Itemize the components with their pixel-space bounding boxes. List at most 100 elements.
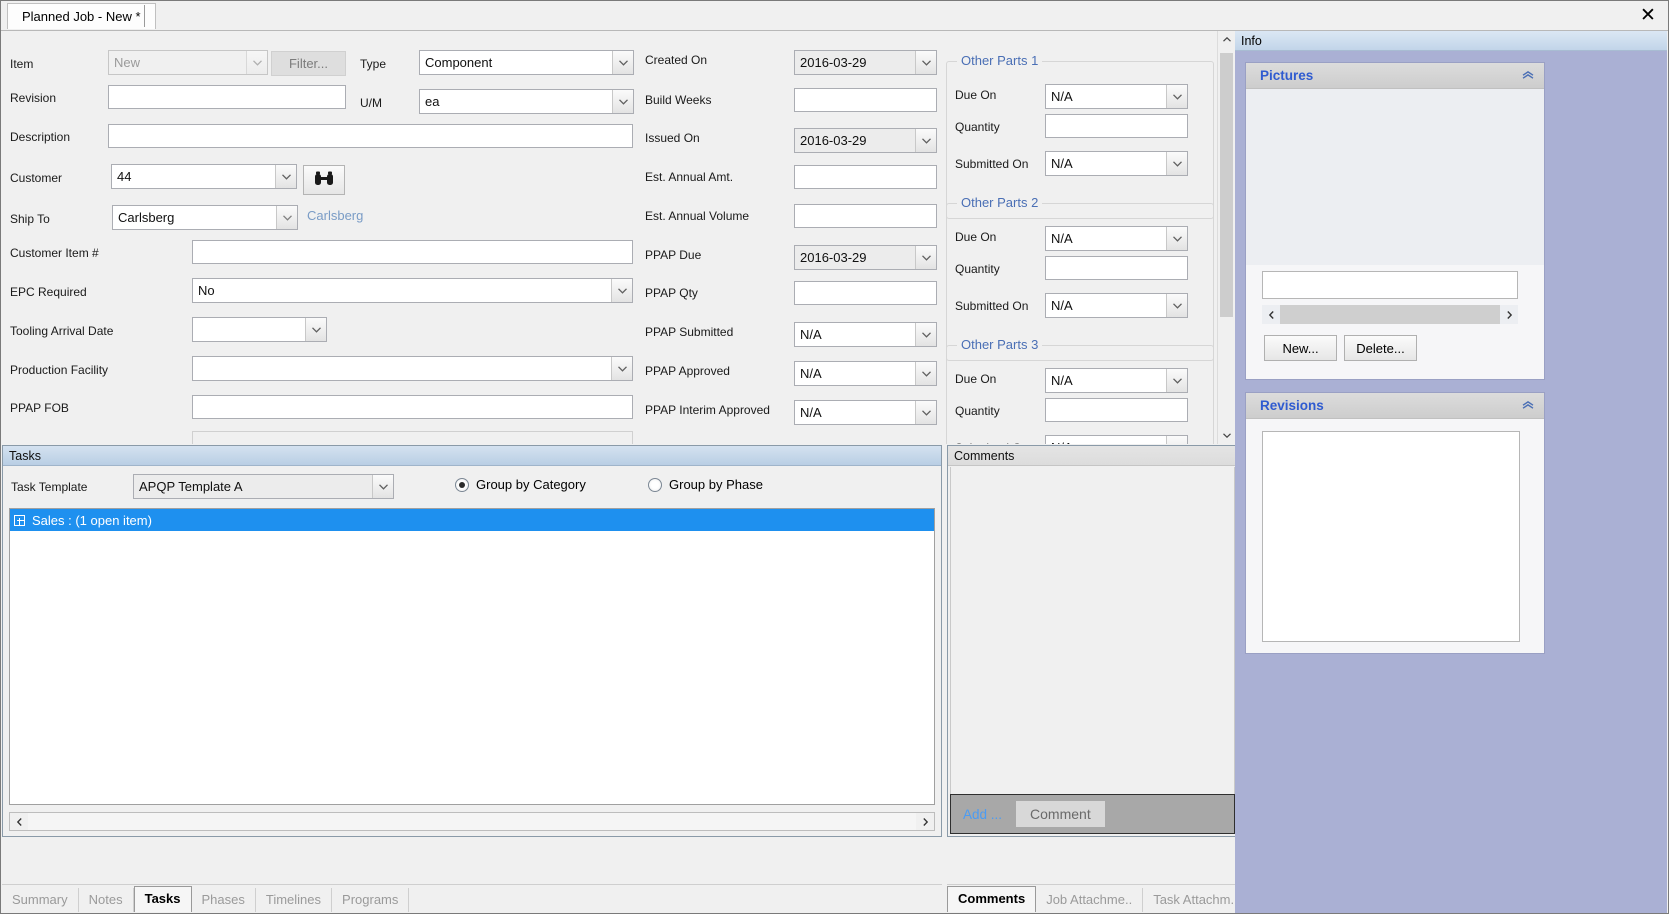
filter-button[interactable]: Filter... — [271, 51, 346, 76]
tab-programs[interactable]: Programs — [332, 888, 410, 912]
op2-due-on-combo[interactable]: N/A — [1045, 226, 1188, 251]
chevron-up-icon[interactable] — [1520, 67, 1536, 83]
chevron-right-icon[interactable] — [1500, 305, 1518, 324]
item-combo[interactable]: New — [108, 50, 268, 75]
tab-job-attachments[interactable]: Job Attachme.. — [1036, 888, 1144, 912]
tasks-tree-list[interactable]: Sales : (1 open item) — [9, 508, 935, 805]
picture-nav-track[interactable] — [1280, 305, 1500, 324]
op2-due-on-value: N/A — [1051, 231, 1073, 246]
table-row[interactable]: Sales : (1 open item) — [10, 509, 934, 531]
revisions-list[interactable] — [1262, 431, 1520, 642]
picture-new-button[interactable]: New... — [1264, 335, 1337, 361]
tab-comments[interactable]: Comments — [947, 886, 1037, 912]
chevron-left-icon[interactable] — [10, 813, 28, 830]
customer-combo[interactable]: 44 — [111, 164, 297, 189]
op2-quantity-input[interactable] — [1045, 256, 1188, 280]
tasks-panel: Tasks Task Template APQP Template A Grou… — [2, 445, 942, 837]
tab-phases[interactable]: Phases — [192, 888, 256, 912]
ppap-fob-input[interactable] — [192, 395, 633, 419]
label-ppap-interim-approved: PPAP Interim Approved — [645, 403, 770, 417]
ppap-submitted-combo[interactable]: N/A — [794, 322, 937, 347]
op3-due-on-combo[interactable]: N/A — [1045, 368, 1188, 393]
type-combo[interactable]: Component — [419, 50, 634, 75]
tab-tasks[interactable]: Tasks — [133, 886, 192, 912]
tab-task-attachments[interactable]: Task Attachm.. — [1143, 888, 1249, 912]
op1-due-on-combo[interactable]: N/A — [1045, 84, 1188, 109]
ppap-interim-approved-combo[interactable]: N/A — [794, 400, 937, 425]
comment-button[interactable]: Comment — [1016, 801, 1105, 827]
picture-delete-button[interactable]: Delete... — [1344, 335, 1417, 361]
chevron-down-icon — [915, 362, 936, 385]
op1-quantity-input[interactable] — [1045, 114, 1188, 138]
other-parts-3-title: Other Parts 3 — [957, 337, 1043, 352]
est-annual-volume-input[interactable] — [794, 204, 937, 228]
comments-list[interactable] — [950, 467, 1235, 802]
task-template-value: APQP Template A — [139, 479, 243, 494]
chevron-up-icon[interactable] — [1520, 397, 1536, 413]
production-facility-combo[interactable] — [192, 356, 633, 381]
tab-separator — [144, 5, 145, 27]
scroll-up-icon[interactable] — [1218, 31, 1234, 48]
ppap-due-value: 2016-03-29 — [800, 250, 867, 265]
task-template-combo[interactable]: APQP Template A — [133, 474, 394, 499]
tab-summary[interactable]: Summary — [2, 888, 79, 912]
picture-navigator[interactable] — [1262, 305, 1518, 324]
ppap-qty-input[interactable] — [794, 281, 937, 305]
label-ppap-approved: PPAP Approved — [645, 364, 730, 378]
label-um: U/M — [360, 96, 382, 110]
customer-search-button[interactable] — [303, 165, 345, 195]
bottom-tabs-left: Summary Notes Tasks Phases Timelines Pro… — [2, 884, 942, 912]
ppap-approved-combo[interactable]: N/A — [794, 361, 937, 386]
scroll-down-icon[interactable] — [1218, 427, 1234, 444]
tasks-horizontal-scrollbar[interactable] — [9, 812, 935, 831]
filter-button-label: Filter... — [288, 56, 328, 71]
chevron-left-icon[interactable] — [1262, 305, 1280, 324]
est-annual-amt-input[interactable] — [794, 165, 937, 189]
tooling-arrival-date-combo[interactable] — [192, 317, 327, 342]
add-comment-link[interactable]: Add ... — [963, 807, 1002, 822]
issued-on-combo[interactable]: 2016-03-29 — [794, 128, 937, 153]
radio-group-by-category[interactable]: Group by Category — [455, 477, 586, 492]
picture-caption-input[interactable] — [1262, 271, 1518, 299]
expand-icon[interactable] — [14, 514, 25, 526]
form-vertical-scrollbar[interactable] — [1217, 31, 1234, 444]
op3-submitted-on-combo[interactable]: N/A — [1045, 435, 1188, 444]
ppap-due-combo[interactable]: 2016-03-29 — [794, 245, 937, 270]
document-tab-label: Planned Job - New * — [22, 9, 141, 24]
binoculars-icon — [314, 171, 334, 189]
pictures-card-header: Pictures — [1246, 63, 1544, 89]
created-on-combo[interactable]: 2016-03-29 — [794, 50, 937, 75]
document-tab-planned-job[interactable]: Planned Job - New * — [7, 3, 156, 29]
form-scrollbar-thumb[interactable] — [1220, 53, 1233, 317]
info-dock: Info Pictures New... Delete... Revisions — [1235, 31, 1667, 913]
chevron-down-icon — [275, 165, 296, 188]
op3-quantity-input[interactable] — [1045, 398, 1188, 422]
customer-combo-value: 44 — [117, 169, 132, 184]
op1-submitted-on-combo[interactable]: N/A — [1045, 151, 1188, 176]
build-weeks-input[interactable] — [794, 88, 937, 112]
chevron-down-icon — [1166, 227, 1187, 250]
tasks-scrollbar-track[interactable] — [28, 813, 916, 830]
chevron-down-icon — [915, 401, 936, 424]
ship-to-combo[interactable]: Carlsberg — [112, 205, 298, 230]
tab-notes[interactable]: Notes — [79, 888, 134, 912]
title-bar: Planned Job - New * ✕ — [1, 1, 1668, 31]
radio-dot-icon — [648, 477, 662, 492]
radio-group-by-phase[interactable]: Group by Phase — [648, 477, 763, 492]
tab-timelines[interactable]: Timelines — [256, 888, 333, 912]
op2-submitted-on-combo[interactable]: N/A — [1045, 293, 1188, 318]
label-ship-to: Ship To — [10, 212, 50, 226]
chevron-right-icon[interactable] — [916, 813, 934, 830]
ship-to-link[interactable]: Carlsberg — [307, 208, 363, 223]
radio-group-by-phase-label: Group by Phase — [669, 477, 763, 492]
customer-item-no-input[interactable] — [192, 240, 633, 264]
revisions-card: Revisions — [1245, 392, 1545, 654]
um-combo[interactable]: ea — [419, 89, 634, 114]
pictures-title: Pictures — [1260, 68, 1314, 83]
close-icon[interactable]: ✕ — [1636, 3, 1660, 27]
revision-input[interactable] — [108, 85, 346, 109]
chevron-down-icon — [612, 90, 633, 113]
epc-required-combo[interactable]: No — [192, 278, 633, 303]
revisions-card-header: Revisions — [1246, 393, 1544, 419]
description-input[interactable] — [108, 124, 633, 148]
